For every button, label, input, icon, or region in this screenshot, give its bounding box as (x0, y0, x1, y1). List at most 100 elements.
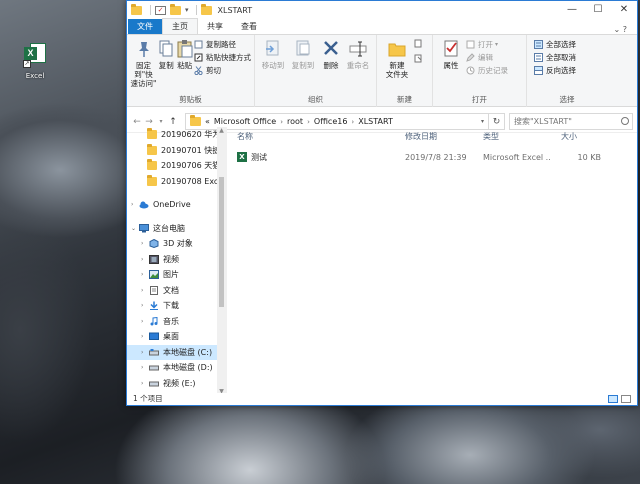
details-view-icon[interactable] (608, 395, 618, 403)
recent-locations-chevron-icon[interactable]: ▾ (155, 118, 167, 125)
open-button[interactable]: 打开 ▾ (466, 39, 508, 50)
file-type: Microsoft Excel ... (483, 152, 551, 162)
drive-icon (149, 363, 159, 372)
nav-this-pc-label: 这台电脑 (153, 223, 185, 233)
nav-onedrive[interactable]: › OneDrive (127, 197, 226, 213)
breadcrumb-separator-icon[interactable]: › (351, 118, 354, 126)
nav-scrollbar[interactable]: ▲ ▼ (217, 127, 226, 393)
ribbon-expand-icon[interactable]: ⌄ ? (614, 25, 638, 34)
nav-folder[interactable]: 20190701 快捷 (127, 143, 226, 159)
paste-shortcut-button[interactable]: 粘贴快捷方式 (194, 52, 251, 63)
expand-chevron-icon[interactable]: › (141, 318, 149, 325)
new-item-icon[interactable] (414, 39, 423, 48)
nav-scrollbar-thumb[interactable] (219, 177, 224, 307)
nav-item-label: 文档 (163, 285, 179, 295)
nav-desktop[interactable]: › 桌面 (127, 329, 226, 345)
expand-chevron-icon[interactable]: › (141, 349, 149, 356)
tab-share[interactable]: 共享 (198, 19, 232, 34)
breadcrumb-root[interactable]: root (287, 117, 303, 126)
history-button[interactable]: 历史记录 (466, 65, 508, 76)
expand-chevron-icon[interactable]: › (131, 201, 139, 208)
column-modified[interactable]: 修改日期 (395, 131, 473, 142)
breadcrumb-office16[interactable]: Office16 (314, 117, 348, 126)
nav-pictures[interactable]: › 图片 (127, 267, 226, 283)
column-name[interactable]: 名称 (227, 131, 395, 142)
expand-chevron-icon[interactable]: › (141, 333, 149, 340)
nav-this-pc[interactable]: ⌄ 这台电脑 (127, 221, 226, 237)
nav-music[interactable]: › 音乐 (127, 314, 226, 330)
nav-folder[interactable]: 20190708 Exce (127, 174, 226, 190)
excel-icon: X ↗ (23, 42, 46, 68)
status-bar: 1 个项目 (127, 393, 637, 405)
clipboard-group: 固定到"快 速访问" 复制 粘贴 复制路径 粘贴快捷方式 剪切 剪贴板 (127, 35, 255, 107)
breadcrumb-separator-icon[interactable]: › (280, 118, 283, 126)
invert-selection-icon (534, 66, 543, 75)
select-none-icon (534, 53, 543, 62)
select-none-button[interactable]: 全部取消 (534, 52, 576, 63)
window-folder-icon (200, 3, 212, 15)
file-row[interactable]: X 测试 2019/7/8 21:39 Microsoft Excel ... 1… (227, 149, 637, 165)
easy-access-icon[interactable] (414, 54, 423, 63)
search-placeholder: 搜索"XLSTART" (514, 117, 572, 126)
nav-downloads[interactable]: › 下载 (127, 298, 226, 314)
close-button[interactable]: ✕ (611, 1, 637, 19)
cut-button[interactable]: 剪切 (194, 65, 251, 76)
expand-chevron-icon[interactable]: › (141, 302, 149, 309)
nav-videos-e[interactable]: › 视频 (E:) (127, 376, 226, 392)
new-folder-icon (388, 39, 406, 59)
collapse-chevron-icon[interactable]: ⌄ (131, 225, 139, 232)
copy-path-button[interactable]: 复制路径 (194, 39, 251, 50)
breadcrumb-xlstart[interactable]: XLSTART (358, 117, 393, 126)
search-icon (621, 117, 629, 125)
copy-path-label: 复制路径 (205, 40, 236, 49)
expand-chevron-icon[interactable]: › (141, 256, 149, 263)
column-size[interactable]: 大小 (551, 131, 611, 142)
nav-item-label: 音乐 (163, 316, 179, 326)
nav-item-label: 视频 (163, 254, 179, 264)
address-dropdown-icon[interactable]: ▾ (481, 118, 484, 125)
select-all-button[interactable]: 全部选择 (534, 39, 576, 50)
folder-icon (147, 128, 157, 140)
quick-access-dropdown-icon[interactable]: ▾ (185, 6, 189, 14)
back-arrow-icon[interactable]: ← (131, 117, 143, 127)
nav-local-disk-c[interactable]: › 本地磁盘 (C:) (127, 344, 226, 360)
nav-videos[interactable]: › 视频 (127, 252, 226, 268)
nav-local-disk-d[interactable]: › 本地磁盘 (D:) (127, 360, 226, 376)
forward-arrow-icon[interactable]: → (143, 117, 155, 127)
clipboard-group-label: 剪贴板 (179, 95, 202, 104)
expand-chevron-icon[interactable]: › (141, 364, 149, 371)
minimize-button[interactable]: — (559, 1, 585, 19)
expand-chevron-icon[interactable]: › (141, 240, 149, 247)
desktop-excel-shortcut[interactable]: X ↗ Excel (12, 42, 58, 80)
tab-home[interactable]: 主页 (162, 18, 198, 34)
window-title: XLSTART (217, 5, 253, 15)
properties-quick-access-icon[interactable]: ✓ (155, 5, 166, 15)
large-icons-view-icon[interactable] (621, 395, 631, 403)
breadcrumb-separator-icon[interactable]: › (307, 118, 310, 126)
organize-group: 移动到 复制到 删除 重命名 组织 (255, 35, 377, 107)
tab-file[interactable]: 文件 (128, 19, 162, 34)
drive-icon (149, 348, 159, 357)
invert-selection-button[interactable]: 反向选择 (534, 65, 576, 76)
expand-chevron-icon[interactable]: › (141, 271, 149, 278)
nav-folder[interactable]: 20190706 天猫 (127, 158, 226, 174)
pin-label: 固定到"快 速访问" (130, 61, 157, 88)
up-arrow-icon[interactable]: ↑ (167, 117, 179, 127)
scroll-up-icon[interactable]: ▲ (217, 127, 226, 134)
address-overflow[interactable]: « (205, 117, 210, 126)
nav-folder-label: 20190620 华为 (161, 130, 221, 140)
tab-view[interactable]: 查看 (232, 19, 266, 34)
nav-documents[interactable]: › 文档 (127, 283, 226, 299)
nav-3d-objects[interactable]: › 3D 对象 (127, 236, 226, 252)
new-folder-label: 新建 文件夹 (385, 61, 409, 79)
edit-button[interactable]: 编辑 (466, 52, 508, 63)
excel-file-icon: X (237, 152, 247, 162)
file-modified: 2019/7/8 21:39 (405, 152, 467, 162)
new-folder-quick-access-icon[interactable] (170, 3, 181, 15)
nav-folder[interactable]: 20190620 华为 (127, 127, 226, 143)
maximize-button[interactable]: ☐ (585, 1, 611, 19)
breadcrumb-microsoft-office[interactable]: Microsoft Office (214, 117, 276, 126)
expand-chevron-icon[interactable]: › (141, 287, 149, 294)
expand-chevron-icon[interactable]: › (141, 380, 149, 387)
column-type[interactable]: 类型 (473, 131, 551, 142)
